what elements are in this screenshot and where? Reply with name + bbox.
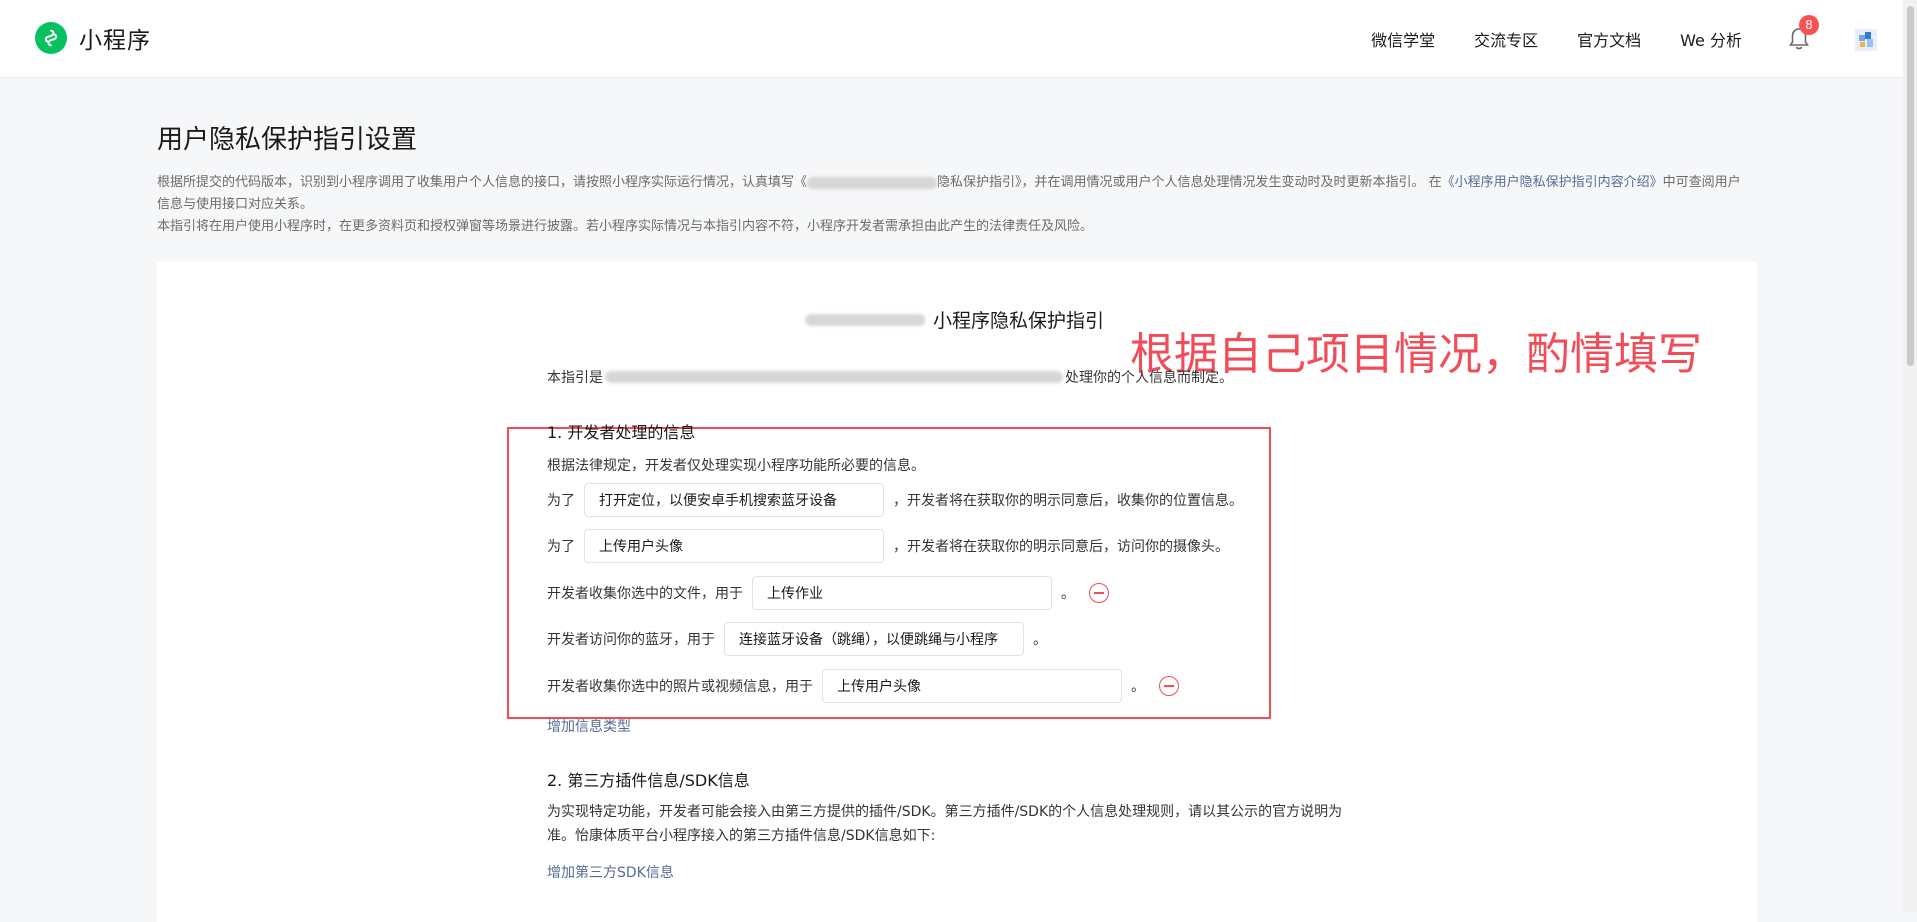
brand-name: 小程序 [79,28,151,54]
mini-program-logo-icon [35,22,67,54]
avatar[interactable] [1855,29,1877,51]
section-third-party-title: 2. 第三方插件信息/SDK信息 [547,771,750,790]
remove-icon[interactable] [1159,676,1179,696]
row-suffix: 。 [1061,586,1075,602]
doc-lead-start: 本指引是 [547,370,603,386]
row-suffix: ，开发者将在获取你的明示同意后，访问你的摄像头。 [893,539,1229,555]
row-suffix: ，开发者将在获取你的明示同意后，收集你的位置信息。 [893,493,1243,509]
intro-text-part: 隐私保护指引》，并在调用情况或用户个人信息处理情况发生变动时及时更新本指引。 在 [937,175,1442,190]
row-prefix: 开发者收集你选中的文件，用于 [547,586,743,602]
purpose-input-location[interactable]: 打开定位，以便安卓手机搜索蓝牙设备 [584,483,884,517]
row-suffix: 。 [1033,632,1047,648]
section-third-party-desc: 为实现特定功能，开发者可能会接入由第三方提供的插件/SDK。第三方插件/SDK的… [547,804,1343,844]
scrollbar[interactable] [1903,0,1917,912]
nav-official-docs[interactable]: 官方文档 [1577,27,1641,51]
intro-text: 根据所提交的代码版本，识别到小程序调用了收集用户个人信息的接口，请按照小程序实际… [157,172,1747,238]
row-prefix: 开发者访问你的蓝牙，用于 [547,632,715,648]
redacted-text [605,371,1063,383]
row-prefix: 为了 [547,493,575,509]
scrollbar-thumb[interactable] [1907,6,1914,366]
doc-lead: 本指引是 处理你的个人信息而制定。 [547,367,1233,387]
purpose-input-files[interactable]: 上传作业 [752,576,1052,610]
section-developer-info-title: 1. 开发者处理的信息 [547,423,696,442]
doc-title: 小程序隐私保护指引 [805,306,1104,333]
doc-lead-end: 处理你的个人信息而制定。 [1065,370,1233,386]
remove-icon[interactable] [1089,583,1109,603]
add-info-type-link[interactable]: 增加信息类型 [547,716,631,736]
purpose-input-camera[interactable]: 上传用户头像 [584,529,884,563]
purpose-input-photos[interactable]: 上传用户头像 [822,669,1122,703]
notification-badge: 8 [1799,15,1819,35]
privacy-guide-intro-link[interactable]: 《小程序用户隐私保护指引内容介绍》 [1442,175,1663,190]
add-sdk-link[interactable]: 增加第三方SDK信息 [547,862,674,882]
brand[interactable]: 小程序 [35,21,151,55]
nav-we-analysis[interactable]: We 分析 [1680,27,1742,51]
info-row-location: 为了 打开定位，以便安卓手机搜索蓝牙设备 ，开发者将在获取你的明示同意后，收集你… [547,483,1243,517]
redacted-name [807,176,938,189]
intro-text-disclosure: 本指引将在用户使用小程序时，在更多资料页和授权弹窗等场景进行披露。若小程序实际情… [157,219,1094,234]
info-row-bluetooth: 开发者访问你的蓝牙，用于 连接蓝牙设备（跳绳），以便跳绳与小程序 。 [547,622,1047,656]
top-navigation-bar: 小程序 微信学堂 交流专区 官方文档 We 分析 8 [0,0,1917,78]
purpose-input-bluetooth[interactable]: 连接蓝牙设备（跳绳），以便跳绳与小程序 [724,622,1024,656]
row-prefix: 开发者收集你选中的照片或视频信息，用于 [547,679,813,695]
row-prefix: 为了 [547,539,575,555]
top-nav: 微信学堂 交流专区 官方文档 We 分析 [1332,0,1742,77]
nav-wechat-academy[interactable]: 微信学堂 [1371,27,1435,51]
redacted-app-name [805,313,925,326]
page-title: 用户隐私保护指引设置 [157,125,418,155]
section-developer-info-desc: 根据法律规定，开发者仅处理实现小程序功能所必要的信息。 [547,458,925,474]
intro-text-part: 根据所提交的代码版本，识别到小程序调用了收集用户个人信息的接口，请按照小程序实际… [157,175,808,190]
info-row-photos: 开发者收集你选中的照片或视频信息，用于 上传用户头像 。 [547,669,1179,703]
info-row-camera: 为了 上传用户头像 ，开发者将在获取你的明示同意后，访问你的摄像头。 [547,529,1229,563]
nav-community[interactable]: 交流专区 [1474,27,1538,51]
info-row-files: 开发者收集你选中的文件，用于 上传作业 。 [547,576,1109,610]
row-suffix: 。 [1131,679,1145,695]
doc-title-text: 小程序隐私保护指引 [933,310,1105,332]
